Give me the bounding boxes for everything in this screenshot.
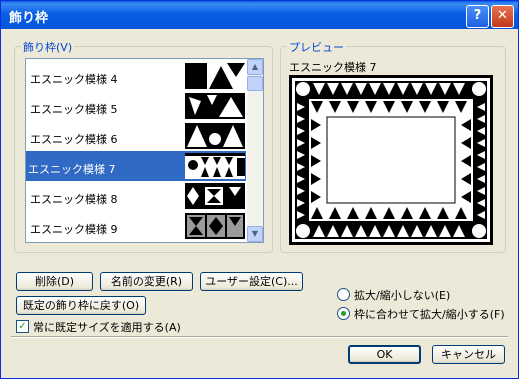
title-bar[interactable]: 飾り枠 ? ✕ — [1, 1, 518, 29]
frame-thumbnail — [185, 213, 245, 239]
radio-icon — [337, 288, 350, 301]
revert-default-button-label: 既定の飾り枠に戻す(O) — [22, 299, 140, 312]
frames-group-label: 飾り枠(V) — [21, 39, 75, 55]
revert-default-button[interactable]: 既定の飾り枠に戻す(O) — [16, 296, 146, 315]
rename-button-label: 名前の変更(R) — [110, 275, 183, 288]
list-item-label: エスニック模様 6 — [30, 133, 118, 146]
checkbox-check-icon: ✓ — [16, 320, 29, 333]
frames-scrollbar[interactable]: ▲ ▼ — [247, 59, 263, 242]
separator — [11, 336, 508, 338]
border-dialog: 飾り枠 ? ✕ 飾り枠(V) エスニック模様 4 エスニック模様 5 エスニック… — [0, 0, 519, 379]
rename-button[interactable]: 名前の変更(R) — [100, 272, 193, 291]
list-item-label: エスニック模様 4 — [30, 73, 118, 86]
list-item[interactable]: エスニック模様 5 — [26, 91, 246, 121]
user-settings-button[interactable]: ユーザー設定(C)... — [200, 272, 303, 291]
list-item[interactable]: エスニック模様 4 — [26, 61, 246, 91]
scroll-thumb[interactable] — [247, 76, 263, 91]
radio-selected-icon — [337, 307, 350, 320]
apply-default-size-label: 常に既定サイズを適用する(A) — [33, 321, 181, 334]
list-item-label: エスニック模様 5 — [30, 103, 118, 116]
preview-group-label: プレビュー — [287, 39, 346, 55]
delete-button-label: 削除(D) — [34, 275, 75, 288]
list-item-label: エスニック模様 8 — [30, 193, 118, 206]
window-title: 飾り枠 — [9, 11, 49, 26]
list-item-selected[interactable]: エスニック模様 7 — [26, 151, 246, 181]
scroll-down-button[interactable]: ▼ — [247, 226, 263, 242]
ok-button-label: OK — [376, 348, 393, 361]
preview-frame-name: エスニック模様 7 — [289, 61, 377, 74]
cancel-button[interactable]: キャンセル — [432, 345, 505, 364]
help-button[interactable]: ? — [466, 5, 489, 28]
delete-button[interactable]: 削除(D) — [16, 272, 93, 291]
close-icon: ✕ — [497, 8, 508, 23]
user-settings-button-label: ユーザー設定(C)... — [205, 275, 298, 288]
close-button[interactable]: ✕ — [491, 5, 514, 28]
scroll-up-button[interactable]: ▲ — [247, 59, 263, 75]
frames-listbox[interactable]: エスニック模様 4 エスニック模様 5 エスニック模様 6 エスニック模様 7 … — [25, 58, 264, 243]
list-item[interactable]: エスニック模様 6 — [26, 121, 246, 151]
ok-button[interactable]: OK — [348, 345, 421, 364]
fit-scale-label: 枠に合わせて拡大/縮小する(F) — [354, 308, 505, 321]
cancel-button-label: キャンセル — [441, 348, 496, 361]
frame-thumbnail — [185, 63, 245, 89]
chevron-down-icon: ▼ — [251, 229, 259, 238]
no-scale-label: 拡大/縮小しない(E) — [354, 289, 451, 302]
list-item-label: エスニック模様 9 — [30, 223, 118, 236]
frame-thumbnail — [185, 153, 245, 179]
list-item[interactable]: エスニック模様 9 — [26, 211, 246, 241]
frame-thumbnail — [185, 123, 245, 149]
frame-thumbnail — [185, 93, 245, 119]
help-icon: ? — [473, 8, 482, 23]
chevron-up-icon: ▲ — [251, 62, 259, 71]
list-item-label: エスニック模様 7 — [28, 163, 116, 176]
preview-image — [289, 75, 493, 245]
list-item[interactable]: エスニック模様 8 — [26, 181, 246, 211]
frame-thumbnail — [185, 183, 245, 209]
